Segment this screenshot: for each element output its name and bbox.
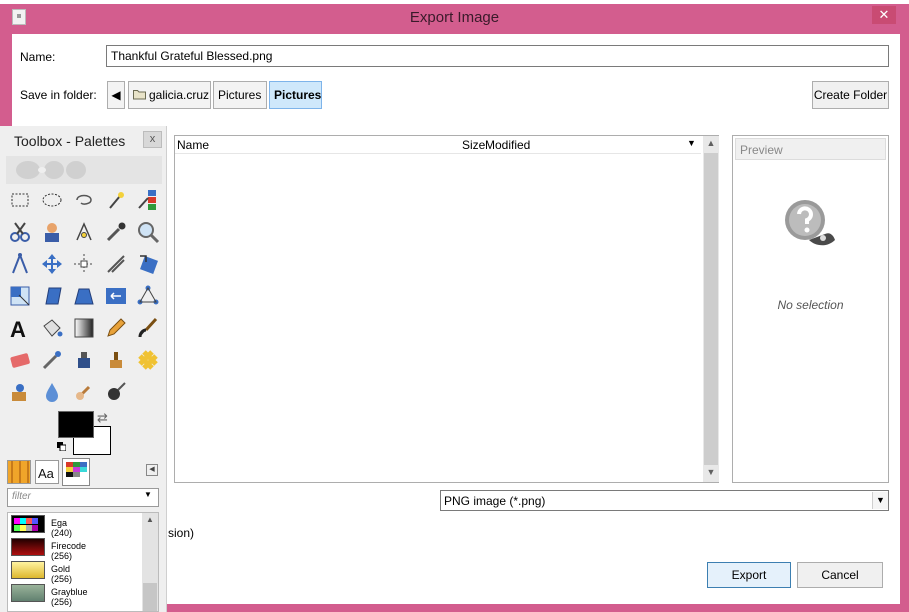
- scroll-down-icon[interactable]: ▼: [703, 467, 719, 477]
- palette-swatch: [11, 561, 45, 579]
- foreground-color-swatch-top[interactable]: [58, 411, 94, 438]
- name-label: Name:: [20, 50, 56, 64]
- column-header-size[interactable]: Size: [462, 138, 485, 152]
- smudge-icon[interactable]: [72, 380, 96, 404]
- scroll-up-icon[interactable]: ▲: [142, 515, 158, 524]
- heal-icon[interactable]: [136, 348, 160, 372]
- cage-transform-icon[interactable]: [136, 284, 160, 308]
- name-input[interactable]: [106, 45, 889, 67]
- breadcrumb-pictures-current[interactable]: Pictures: [269, 81, 322, 109]
- bucket-fill-icon[interactable]: [40, 316, 64, 340]
- palette-swatch: [11, 538, 45, 556]
- text-icon[interactable]: A: [8, 316, 32, 340]
- preview-header[interactable]: Preview: [735, 138, 886, 160]
- breadcrumb-back-button[interactable]: ◀: [107, 81, 125, 109]
- clone-icon[interactable]: [104, 348, 128, 372]
- scrollbar-thumb[interactable]: [704, 153, 718, 465]
- scale-icon[interactable]: [8, 284, 32, 308]
- color-select-icon[interactable]: [136, 188, 160, 212]
- perspective-clone-icon[interactable]: [8, 380, 32, 404]
- header-divider: [175, 153, 701, 154]
- palette-swatch: [11, 515, 45, 533]
- chevron-down-icon[interactable]: ▼: [872, 492, 888, 509]
- file-type-value: PNG image (*.png): [444, 494, 546, 508]
- measure-icon[interactable]: [8, 252, 32, 276]
- ellipse-select-icon[interactable]: [40, 188, 64, 212]
- rect-select-icon[interactable]: [8, 188, 32, 212]
- shear-icon[interactable]: [40, 284, 64, 308]
- color-picker-icon[interactable]: [104, 220, 128, 244]
- palette-list[interactable]: Ega (240) Firecode (256) Gold (256) Gray…: [7, 512, 159, 612]
- rotate-icon[interactable]: [136, 252, 160, 276]
- lasso-icon[interactable]: [72, 188, 96, 212]
- filter-placeholder: filter: [12, 491, 31, 502]
- close-button[interactable]: ✕: [872, 6, 896, 24]
- no-selection-text: No selection: [777, 298, 844, 312]
- pencil-icon[interactable]: [104, 316, 128, 340]
- palettes-tab-icon[interactable]: [62, 458, 90, 486]
- palette-swatch: [11, 584, 45, 602]
- palette-name: Ega (240): [51, 518, 73, 538]
- breadcrumb-pictures[interactable]: Pictures: [213, 81, 267, 109]
- chevron-down-icon[interactable]: ▼: [144, 490, 152, 499]
- eraser-icon[interactable]: [8, 348, 32, 372]
- toolbox-window: Toolbox - Palettes x A ⇄ Aa ◀ filter ▼ E…: [0, 126, 167, 612]
- palette-name: Grayblue (256): [51, 587, 88, 607]
- breadcrumb-label: Pictures: [218, 88, 262, 102]
- tab-menu-icon[interactable]: ◀: [146, 464, 158, 476]
- palette-name: Gold (256): [51, 564, 73, 584]
- folder-icon: [133, 90, 146, 100]
- file-list[interactable]: Name Size Modified ▼ ▲ ▼: [174, 135, 719, 483]
- fuzzy-select-icon[interactable]: [104, 188, 128, 212]
- swap-colors-icon[interactable]: ⇄: [97, 410, 108, 426]
- sort-down-icon: ▼: [687, 138, 696, 148]
- file-list-scrollbar[interactable]: ▲ ▼: [703, 136, 719, 482]
- cancel-button[interactable]: Cancel: [797, 562, 883, 588]
- crop-icon[interactable]: [104, 252, 128, 276]
- ink-icon[interactable]: [72, 348, 96, 372]
- airbrush-icon[interactable]: [40, 348, 64, 372]
- breadcrumb-label: galicia.cruz: [149, 88, 210, 102]
- move-icon[interactable]: [40, 252, 64, 276]
- paths-icon[interactable]: [72, 220, 96, 244]
- select-type-label[interactable]: sion): [168, 526, 194, 540]
- zoom-icon[interactable]: [136, 220, 160, 244]
- toolbox-close-button[interactable]: x: [143, 131, 162, 148]
- fonts-tab-icon[interactable]: Aa: [35, 460, 59, 484]
- preview-pane: Preview No selection: [732, 135, 889, 483]
- reset-colors-icon[interactable]: [57, 442, 66, 451]
- breadcrumb-label: Pictures: [274, 88, 322, 102]
- wilber-banner-icon: [6, 156, 162, 184]
- export-button[interactable]: Export: [707, 562, 791, 588]
- folder-label: Save in folder:: [20, 88, 97, 102]
- paintbrush-icon[interactable]: [136, 316, 160, 340]
- flip-icon[interactable]: [104, 284, 128, 308]
- blur-sharpen-icon[interactable]: [40, 380, 64, 404]
- create-folder-button[interactable]: Create Folder: [812, 81, 889, 109]
- question-wilber-icon: [785, 200, 835, 246]
- svg-text:Aa: Aa: [38, 466, 55, 481]
- window-title: Export Image: [409, 9, 500, 26]
- patterns-tab-icon[interactable]: [7, 460, 31, 484]
- blend-icon[interactable]: [72, 316, 96, 340]
- toolbox-title: Toolbox - Palettes: [14, 133, 126, 149]
- scroll-up-icon[interactable]: ▲: [703, 138, 719, 148]
- palette-scrollbar[interactable]: ▲: [142, 513, 158, 611]
- title-bar: Export Image ✕: [0, 0, 909, 34]
- perspective-icon[interactable]: [72, 284, 96, 308]
- align-icon[interactable]: [72, 252, 96, 276]
- column-header-modified[interactable]: Modified: [485, 138, 530, 152]
- file-type-select[interactable]: PNG image (*.png) ▼: [440, 490, 889, 511]
- scissors-icon[interactable]: [8, 220, 32, 244]
- svg-text:A: A: [10, 317, 26, 340]
- palette-name: Firecode (256): [51, 541, 87, 561]
- column-header-name[interactable]: Name: [177, 138, 209, 152]
- dodge-burn-icon[interactable]: [104, 380, 128, 404]
- foreground-select-icon[interactable]: [40, 220, 64, 244]
- breadcrumb-home[interactable]: galicia.cruz: [128, 81, 211, 109]
- scrollbar-thumb[interactable]: [143, 583, 157, 611]
- palette-filter-input[interactable]: filter ▼: [7, 488, 159, 507]
